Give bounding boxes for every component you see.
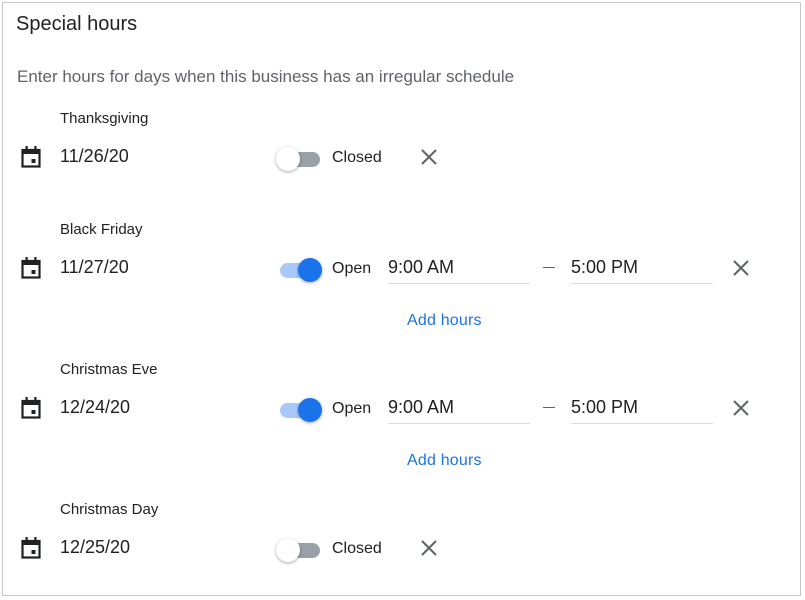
date-field[interactable]: 12/24/20 — [60, 397, 130, 418]
add-hours-button[interactable]: Add hours — [407, 312, 482, 330]
close-time-input[interactable]: 5:00 PM — [571, 391, 713, 424]
day-name: Christmas Eve — [60, 361, 158, 378]
page-subtitle: Enter hours for days when this business … — [17, 67, 515, 86]
close-time-input[interactable]: 5:00 PM — [571, 251, 713, 284]
time-range-dash — [543, 407, 555, 408]
close-icon[interactable] — [418, 146, 440, 168]
status-label: Open — [332, 260, 372, 277]
day-name: Christmas Day — [60, 501, 159, 518]
day-name: Thanksgiving — [60, 110, 149, 127]
open-closed-toggle[interactable] — [276, 398, 322, 422]
open-time-input[interactable]: 9:00 AM — [388, 251, 530, 284]
calendar-icon[interactable] — [21, 257, 41, 279]
open-closed-toggle[interactable] — [276, 538, 322, 562]
close-icon[interactable] — [418, 537, 440, 559]
open-closed-toggle[interactable] — [276, 147, 322, 171]
status-label: Closed — [332, 149, 382, 166]
open-closed-toggle[interactable] — [276, 258, 322, 282]
close-icon[interactable] — [730, 257, 752, 279]
add-hours-button[interactable]: Add hours — [407, 452, 482, 470]
calendar-icon[interactable] — [21, 397, 41, 419]
close-icon[interactable] — [730, 397, 752, 419]
day-name: Black Friday — [60, 221, 143, 238]
date-field[interactable]: 12/25/20 — [60, 537, 130, 558]
open-time-input[interactable]: 9:00 AM — [388, 391, 530, 424]
page-title: Special hours — [16, 13, 138, 35]
time-range-dash — [543, 267, 555, 268]
calendar-icon[interactable] — [21, 146, 41, 168]
date-field[interactable]: 11/27/20 — [60, 257, 129, 278]
status-label: Closed — [332, 540, 382, 557]
status-label: Open — [332, 400, 372, 417]
date-field[interactable]: 11/26/20 — [60, 146, 129, 167]
calendar-icon[interactable] — [21, 537, 41, 559]
